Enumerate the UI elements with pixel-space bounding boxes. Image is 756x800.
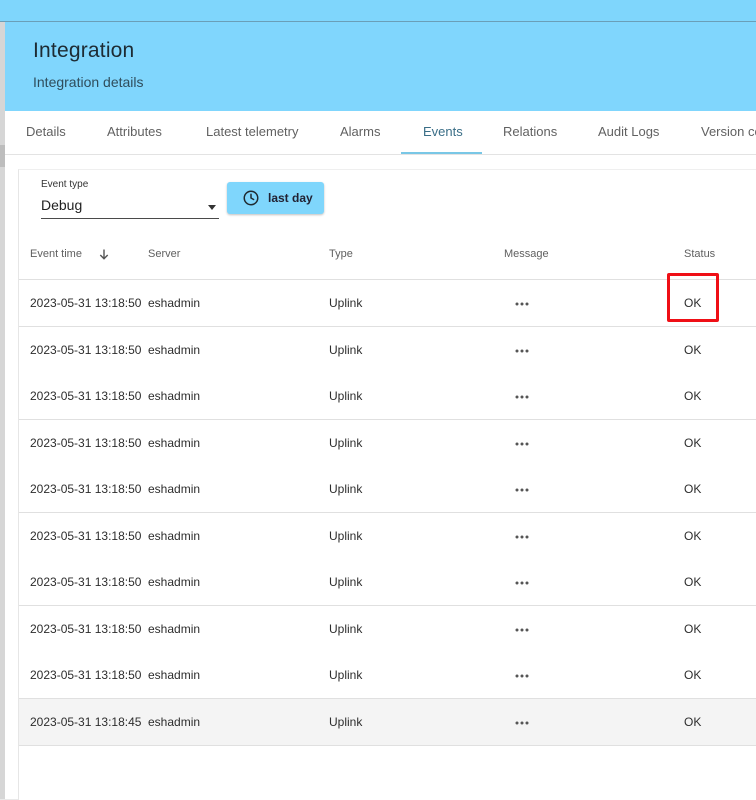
event-time-cell: 2023-05-31 13:18:50 <box>30 668 142 682</box>
type-cell: Uplink <box>329 343 363 357</box>
arrow-down-icon[interactable] <box>99 249 109 260</box>
status-cell: OK <box>684 343 702 357</box>
status-cell: OK <box>684 622 702 636</box>
table-row[interactable]: 2023-05-31 13:18:50 eshadmin Uplink OK <box>19 606 756 653</box>
column-header-status: Status <box>684 248 716 260</box>
time-window-label: last day <box>268 191 313 205</box>
more-horizontal-icon[interactable] <box>515 674 529 678</box>
status-highlight-box <box>667 273 719 322</box>
column-header-type[interactable]: Type <box>329 248 353 260</box>
tab-latest-telemetry[interactable]: Latest telemetry <box>206 111 299 154</box>
server-cell: eshadmin <box>148 343 201 357</box>
more-horizontal-icon[interactable] <box>515 302 529 306</box>
event-time-cell: 2023-05-31 13:18:50 <box>30 482 142 496</box>
server-cell: eshadmin <box>148 622 201 636</box>
server-cell: eshadmin <box>148 715 201 729</box>
tab-alarms[interactable]: Alarms <box>340 111 380 154</box>
event-time-cell: 2023-05-31 13:18:50 <box>30 529 142 543</box>
event-time-cell: 2023-05-31 13:18:50 <box>30 575 142 589</box>
server-cell: eshadmin <box>148 389 201 403</box>
type-cell: Uplink <box>329 715 363 729</box>
status-cell: OK <box>684 715 702 729</box>
tab-version-control[interactable]: Version co <box>701 111 756 154</box>
event-time-cell: 2023-05-31 13:18:50 <box>30 343 142 357</box>
server-cell: eshadmin <box>148 436 201 450</box>
more-horizontal-icon[interactable] <box>515 535 529 539</box>
more-horizontal-icon[interactable] <box>515 442 529 446</box>
server-cell: eshadmin <box>148 296 201 310</box>
top-bar <box>0 0 756 22</box>
event-type-label: Event type <box>41 179 89 190</box>
type-cell: Uplink <box>329 436 363 450</box>
type-cell: Uplink <box>329 296 363 310</box>
table-row[interactable]: 2023-05-31 13:18:45 eshadmin Uplink OK <box>19 699 756 746</box>
type-cell: Uplink <box>329 389 363 403</box>
server-cell: eshadmin <box>148 668 201 682</box>
tab-events[interactable]: Events <box>423 111 463 154</box>
tab-audit-logs[interactable]: Audit Logs <box>598 111 659 154</box>
server-cell: eshadmin <box>148 529 201 543</box>
tab-attributes[interactable]: Attributes <box>107 111 162 154</box>
details-header: Integration Integration details <box>5 22 756 111</box>
tab-details[interactable]: Details <box>26 111 66 154</box>
time-window-button[interactable]: last day <box>227 182 324 214</box>
type-cell: Uplink <box>329 668 363 682</box>
active-tab-indicator <box>401 152 482 154</box>
server-cell: eshadmin <box>148 575 201 589</box>
more-horizontal-icon[interactable] <box>515 721 529 725</box>
integration-details-panel: Integration Integration details Details … <box>5 22 756 800</box>
more-horizontal-icon[interactable] <box>515 395 529 399</box>
event-time-cell: 2023-05-31 13:18:50 <box>30 296 142 310</box>
column-header-message: Message <box>504 248 549 260</box>
status-cell: OK <box>684 529 702 543</box>
column-header-event-time[interactable]: Event time <box>30 248 82 260</box>
table-row[interactable]: 2023-05-31 13:18:50 eshadmin Uplink OK <box>19 559 756 606</box>
clock-icon <box>243 190 259 206</box>
event-type-value: Debug <box>41 197 83 213</box>
table-row[interactable]: 2023-05-31 13:18:50 eshadmin Uplink OK <box>19 466 756 513</box>
status-cell: OK <box>684 389 702 403</box>
more-horizontal-icon[interactable] <box>515 349 529 353</box>
type-cell: Uplink <box>329 529 363 543</box>
server-cell: eshadmin <box>148 482 201 496</box>
event-time-cell: 2023-05-31 13:18:50 <box>30 622 142 636</box>
type-cell: Uplink <box>329 622 363 636</box>
table-row[interactable]: 2023-05-31 13:18:50 eshadmin Uplink OK <box>19 420 756 467</box>
type-cell: Uplink <box>329 575 363 589</box>
table-row[interactable]: 2023-05-31 13:18:50 eshadmin Uplink OK <box>19 280 756 327</box>
event-time-cell: 2023-05-31 13:18:50 <box>30 436 142 450</box>
table-row[interactable]: 2023-05-31 13:18:50 eshadmin Uplink OK <box>19 513 756 560</box>
table-row[interactable]: 2023-05-31 13:18:50 eshadmin Uplink OK <box>19 652 756 699</box>
page-subtitle: Integration details <box>33 74 144 90</box>
status-cell: OK <box>684 668 702 682</box>
status-cell: OK <box>684 482 702 496</box>
page-title: Integration <box>33 39 135 62</box>
status-cell: OK <box>684 575 702 589</box>
more-horizontal-icon[interactable] <box>515 488 529 492</box>
dropdown-arrow-icon <box>208 205 216 210</box>
tab-relations[interactable]: Relations <box>503 111 557 154</box>
table-row[interactable]: 2023-05-31 13:18:50 eshadmin Uplink OK <box>19 327 756 374</box>
type-cell: Uplink <box>329 482 363 496</box>
more-horizontal-icon[interactable] <box>515 628 529 632</box>
tab-bar: Details Attributes Latest telemetry Alar… <box>5 111 756 155</box>
more-horizontal-icon[interactable] <box>515 581 529 585</box>
event-time-cell: 2023-05-31 13:18:45 <box>30 715 142 729</box>
events-card: Event type Debug last day Event time Ser… <box>18 169 756 800</box>
column-header-server[interactable]: Server <box>148 248 180 260</box>
status-cell: OK <box>684 436 702 450</box>
event-type-select[interactable]: Debug <box>41 194 219 219</box>
table-row[interactable]: 2023-05-31 13:18:50 eshadmin Uplink OK <box>19 373 756 420</box>
event-time-cell: 2023-05-31 13:18:50 <box>30 389 142 403</box>
